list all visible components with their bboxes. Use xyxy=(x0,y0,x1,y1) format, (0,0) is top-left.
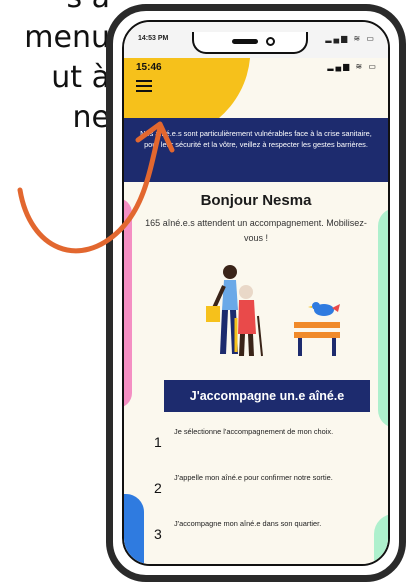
signal-wifi-battery-icon: ▂▄▆ ≋ ▭ xyxy=(325,34,376,43)
greeting-title: Bonjour Nesma xyxy=(200,192,312,209)
phone-screen-bezel: 14:53 PM ▂▄▆ ≋ ▭ 15:46 ▂▄▆ ≋ ▭ Nos aîné.… xyxy=(122,20,390,566)
instruction-line-0: s à xyxy=(0,0,110,18)
app-screen: 15:46 ▂▄▆ ≋ ▭ Nos aîné.e.s sont particul… xyxy=(124,58,388,564)
app-status-icons: ▂▄▆ ≋ ▭ xyxy=(327,62,378,71)
speaker-icon xyxy=(232,39,258,44)
health-warning-banner: Nos aîné.e.s sont particulièrement vulné… xyxy=(124,118,388,182)
accompany-senior-button[interactable]: J'accompagne un.e aîné.e xyxy=(164,380,370,412)
step-number: 1 xyxy=(154,434,162,450)
phone-frame: 14:53 PM ▂▄▆ ≋ ▭ 15:46 ▂▄▆ ≋ ▭ Nos aîné.… xyxy=(106,4,406,582)
step-text: J'accompagne mon aîné.e dans son quartie… xyxy=(174,519,322,528)
device-status-bar: 14:53 PM ▂▄▆ ≋ ▭ xyxy=(124,22,388,58)
device-time: 14:53 PM xyxy=(138,35,169,42)
phone-notch xyxy=(192,32,308,54)
step-number: 2 xyxy=(154,480,162,496)
hamburger-menu-icon[interactable] xyxy=(136,80,152,92)
instruction-line-1: menu xyxy=(24,20,110,55)
instruction-text: s à menu ut à ne xyxy=(0,0,110,138)
step-text: J'appelle mon aîné.e pour confirmer notr… xyxy=(174,473,333,482)
app-status-time: 15:46 xyxy=(136,62,162,73)
pink-decor-shape xyxy=(124,198,132,408)
waiting-seniors-subtitle: 165 aîné.e.s attendent un accompagnement… xyxy=(145,218,367,243)
step-item: 2 J'appelle mon aîné.e pour confirmer no… xyxy=(154,472,384,518)
step-item: 3 J'accompagne mon aîné.e dans son quart… xyxy=(154,518,384,564)
step-item: 1 Je sélectionne l'accompagnement de mon… xyxy=(154,426,384,472)
instruction-line-2: ut à xyxy=(51,60,110,95)
instruction-line-3: ne xyxy=(72,100,110,135)
mint-decor-shape xyxy=(378,208,388,428)
camera-icon xyxy=(266,37,275,46)
step-number: 3 xyxy=(154,526,162,542)
blue-decor-shape xyxy=(124,494,144,564)
steps-list: 1 Je sélectionne l'accompagnement de mon… xyxy=(154,426,384,564)
companion-illustration xyxy=(206,265,340,357)
step-text: Je sélectionne l'accompagnement de mon c… xyxy=(174,427,334,436)
